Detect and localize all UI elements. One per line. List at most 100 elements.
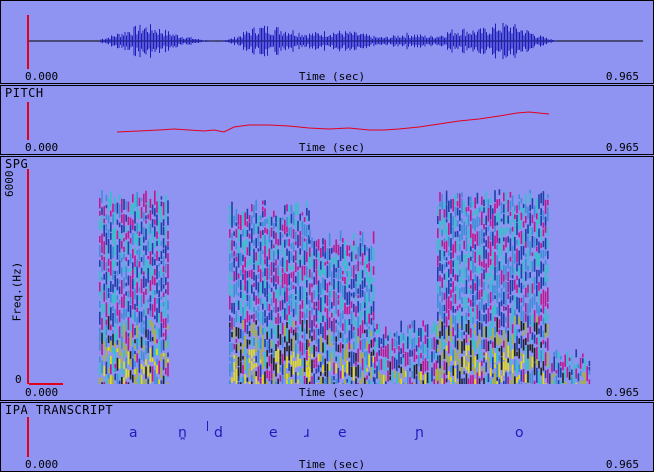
- spectrogram-cell: [511, 226, 514, 232]
- spectrogram-cell: [492, 231, 494, 246]
- ipa-segment[interactable]: d: [214, 425, 223, 441]
- spectrogram-cell: [167, 230, 169, 240]
- spectrogram-cell: [538, 328, 540, 334]
- spectrogram-cell: [509, 211, 512, 217]
- spectrogram-cell: [374, 337, 376, 342]
- spectrogram-cell: [165, 264, 167, 273]
- spectrogram-cell: [112, 333, 114, 346]
- ipa-segment[interactable]: a: [129, 425, 138, 441]
- spectrogram-cell: [348, 291, 351, 305]
- spectrogram-cell: [483, 259, 485, 269]
- spectrogram-cell: [478, 378, 481, 384]
- spectrogram-cell: [372, 278, 375, 282]
- spectrogram-cell: [123, 198, 125, 210]
- spectrogram-cell: [233, 362, 235, 371]
- spectrogram-plot[interactable]: [29, 169, 643, 385]
- spectrogram-cell: [151, 204, 154, 210]
- spectrogram-cell: [266, 316, 268, 327]
- spectrogram-cell: [103, 283, 105, 291]
- spectrogram-cell: [101, 215, 103, 230]
- spectrogram-cell: [461, 224, 463, 240]
- spectrogram-cell: [244, 240, 246, 255]
- spectrogram-cell: [313, 290, 315, 300]
- spectrogram-cell: [233, 371, 235, 382]
- spectrogram-cell: [342, 332, 344, 343]
- spectrogram-cell: [472, 239, 474, 249]
- ipa-segment[interactable]: ɲ: [415, 425, 424, 441]
- ipa-segment[interactable]: e: [338, 425, 347, 441]
- spectrogram-cell: [253, 370, 255, 379]
- spectrogram-cell: [251, 255, 253, 266]
- spectrogram-cell: [303, 224, 306, 237]
- ipa-segment[interactable]: n̪: [178, 425, 187, 441]
- pitch-plot[interactable]: [29, 100, 643, 142]
- spectrogram-cell: [346, 270, 348, 277]
- spectrogram-cell: [315, 307, 318, 322]
- spectrogram-cell: [481, 314, 483, 323]
- spectrogram-cell: [478, 207, 481, 213]
- spectrogram-cell: [273, 275, 275, 282]
- spectrogram-cell: [145, 190, 147, 204]
- spectrogram-cell: [248, 233, 251, 239]
- spectrogram-cell: [420, 363, 422, 372]
- spectrogram-cell: [145, 359, 147, 366]
- spectrogram-cell: [151, 275, 154, 285]
- spectrogram-cell: [145, 245, 147, 256]
- spectrogram-cell: [149, 303, 152, 311]
- spectrogram-cell: [353, 278, 355, 289]
- spectrogram-cell: [547, 287, 549, 303]
- spectrogram-cell: [266, 256, 268, 267]
- spectrogram-cell: [116, 318, 119, 325]
- spectrogram-cell: [540, 208, 542, 216]
- spectrogram-cell: [134, 368, 136, 374]
- ipa-segment[interactable]: o: [515, 425, 524, 441]
- spectrogram-cell: [299, 340, 301, 352]
- spectrogram-cell: [158, 290, 160, 298]
- spectrogram-cell: [437, 282, 439, 293]
- spectrogram-cell: [376, 323, 378, 330]
- spectrogram-cell: [536, 246, 538, 252]
- spectrogram-cell: [420, 380, 422, 384]
- spectrogram-cell: [322, 245, 324, 257]
- spectrogram-cell: [313, 249, 315, 256]
- spectrogram-cell: [328, 317, 331, 329]
- spectrogram-cell: [450, 289, 452, 298]
- spectrogram-cell: [465, 345, 468, 357]
- spectrogram-cell: [233, 215, 235, 226]
- spectrogram-cell: [498, 261, 501, 271]
- spectrogram-cell: [125, 357, 127, 369]
- spectrogram-cell: [306, 309, 308, 318]
- spectrogram-cell: [467, 206, 470, 212]
- spectrogram-cell: [279, 232, 282, 246]
- spectrogram-cell: [441, 321, 443, 336]
- spectrogram-cell: [320, 297, 322, 313]
- spectrogram-cell: [496, 363, 498, 377]
- ipa-segment[interactable]: e: [269, 425, 278, 441]
- spectrogram-cell: [370, 330, 373, 337]
- spectrogram-cell: [116, 357, 119, 371]
- spectrogram-cell: [286, 328, 288, 342]
- spectrogram-cell: [268, 264, 271, 280]
- spectrogram-cell: [147, 268, 149, 283]
- spectrogram-cell: [433, 321, 435, 332]
- waveform-plot[interactable]: [29, 11, 643, 71]
- ipa-segment[interactable]: ɹ: [304, 425, 310, 441]
- spectrogram-cell: [322, 356, 324, 364]
- spectrogram-cell: [553, 380, 555, 384]
- spectrogram-cell: [452, 314, 454, 324]
- waveform-time-end: 0.965: [605, 70, 639, 83]
- spectrogram-cell: [156, 265, 158, 280]
- spectrogram-cell: [281, 310, 284, 317]
- spectrogram-cell: [494, 295, 496, 300]
- spectrogram-cell: [445, 345, 448, 352]
- spectrogram-cell: [505, 294, 507, 306]
- spectrogram-cell: [337, 344, 340, 353]
- spectrogram-cell: [281, 289, 284, 296]
- spectrogram-cell: [132, 269, 134, 279]
- spectrogram-cell: [286, 314, 288, 321]
- spectrogram-cell: [129, 244, 132, 250]
- spectrogram-cell: [107, 347, 110, 351]
- spectrogram-cell: [259, 251, 262, 265]
- spectrogram-cell: [123, 324, 125, 333]
- spectrogram-cell: [118, 260, 121, 274]
